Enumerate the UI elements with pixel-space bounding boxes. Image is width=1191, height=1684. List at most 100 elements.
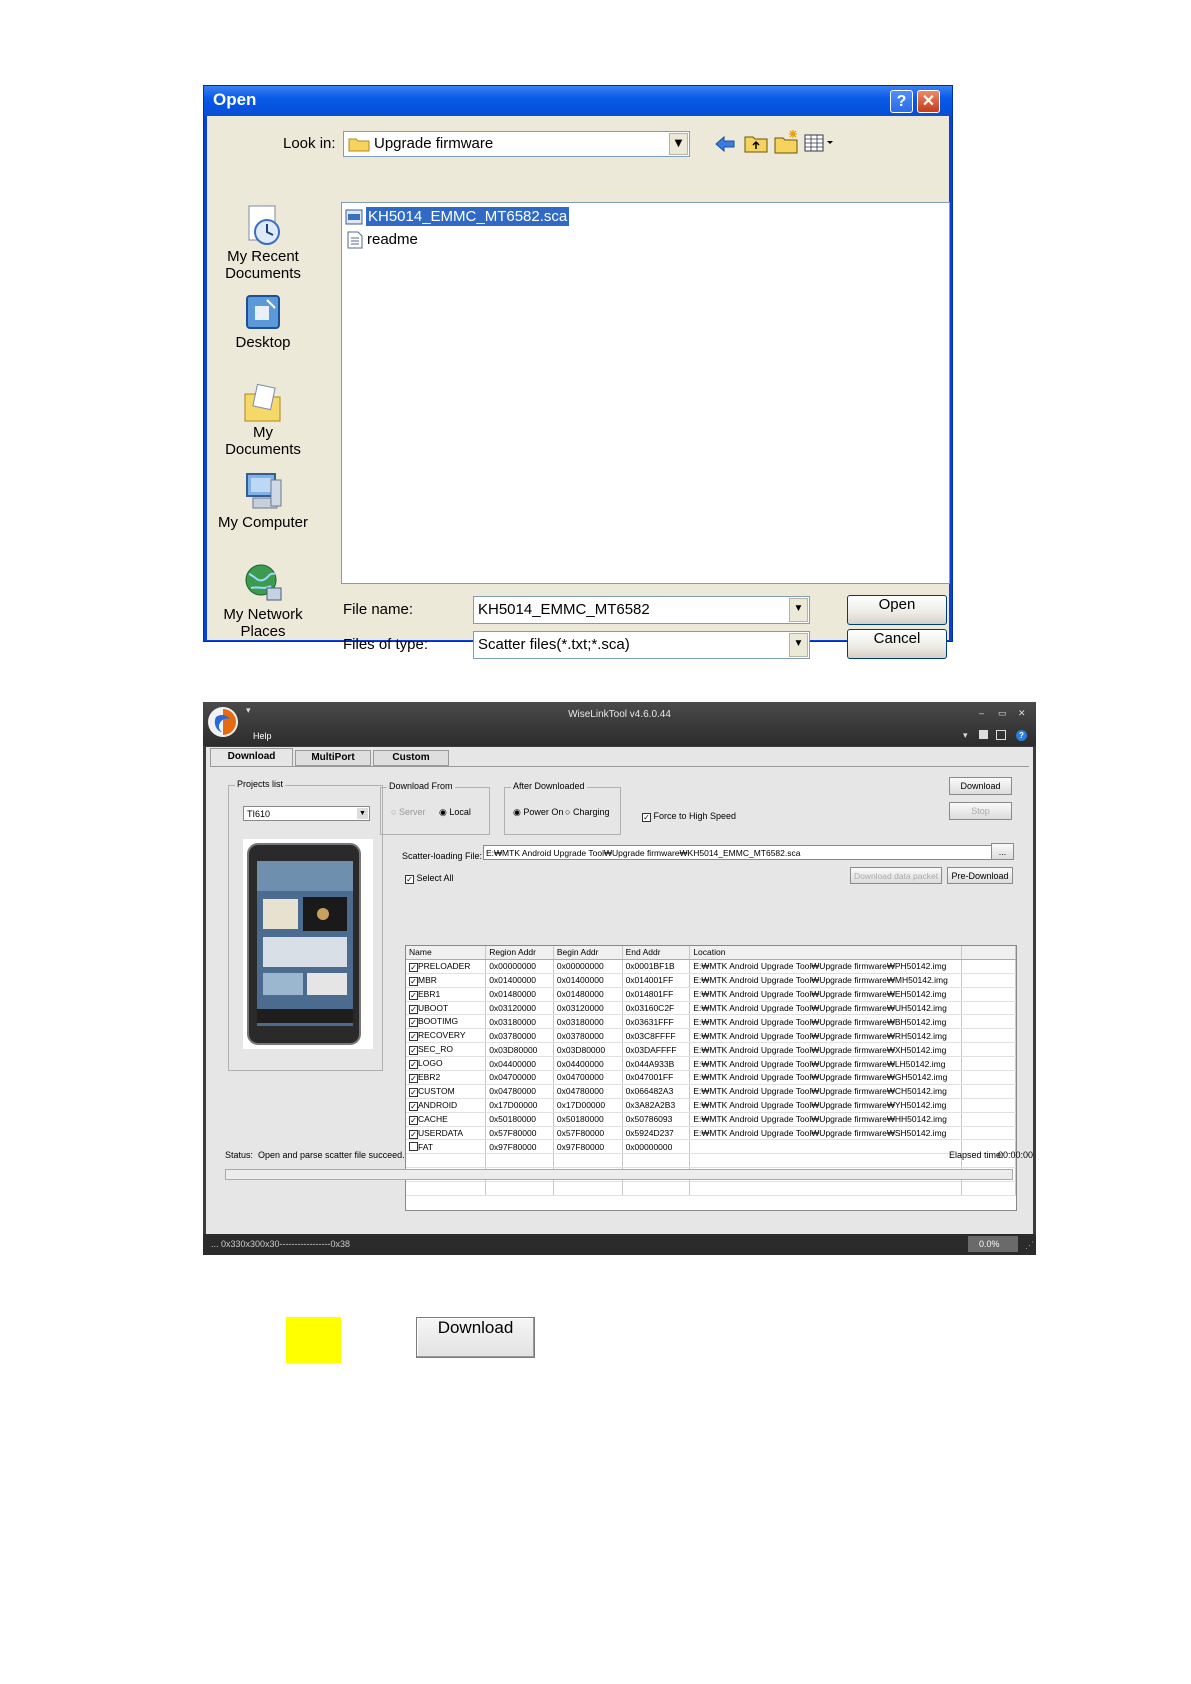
partition-name-cell[interactable]: ✓UBOOT: [406, 1001, 487, 1016]
partition-name-cell[interactable]: ✓EBR1: [406, 987, 487, 1002]
browse-button[interactable]: ...: [991, 843, 1014, 860]
begin-cell: 0x01400000: [553, 973, 623, 988]
table-row[interactable]: ✓EBR2 0x04700000 0x04700000 0x047001FF E:₩MT…: [406, 1070, 1016, 1085]
partition-name-cell[interactable]: ✓RECOVERY: [406, 1028, 487, 1044]
table-row[interactable]: ✓SEC_RO 0x03D80000 0x03D80000 0x03DAFFFF E:₩…: [406, 1042, 1016, 1058]
checkbox-unchecked-icon[interactable]: [409, 1141, 418, 1151]
checkbox-checked-icon[interactable]: ✓: [409, 1018, 418, 1028]
select-all-checkbox[interactable]: ✓ Select All: [405, 873, 454, 884]
look-in-combo[interactable]: Upgrade firmware ▼: [343, 131, 690, 157]
column-header[interactable]: End Addr: [622, 946, 691, 960]
chevron-down-icon[interactable]: ▼: [669, 133, 688, 155]
project-select[interactable]: TI610 ▼: [243, 806, 370, 821]
settings-icon[interactable]: [996, 730, 1006, 740]
partition-name-cell[interactable]: ✓CUSTOM: [406, 1084, 487, 1099]
maximize-icon[interactable]: ▭: [998, 708, 1007, 719]
download-button[interactable]: Download: [949, 777, 1012, 795]
checkbox-checked-icon[interactable]: ✓: [409, 1046, 418, 1056]
checkbox-checked-icon[interactable]: ✓: [409, 1115, 418, 1125]
stop-button[interactable]: Stop: [949, 802, 1012, 820]
close-button[interactable]: ✕: [917, 90, 940, 113]
table-row[interactable]: ✓CACHE 0x50180000 0x50180000 0x50786093 E:₩M…: [406, 1112, 1016, 1127]
blank-cell: [961, 987, 1016, 1002]
layout-icon[interactable]: [979, 730, 988, 739]
checkbox-checked-icon[interactable]: ✓: [409, 1129, 418, 1139]
minimize-icon[interactable]: –: [979, 708, 984, 718]
local-option-label: Local: [449, 807, 471, 817]
table-row[interactable]: ✓UBOOT 0x03120000 0x03120000 0x03160C2F E:₩M…: [406, 1001, 1016, 1016]
partition-name: USERDATA: [418, 1127, 464, 1138]
column-header[interactable]: Location: [689, 946, 963, 960]
partition-name-cell[interactable]: ✓CACHE: [406, 1112, 487, 1127]
partition-name-cell[interactable]: ✓EBR2: [406, 1070, 487, 1085]
column-header[interactable]: Name: [406, 946, 487, 960]
table-row[interactable]: ✓RECOVERY 0x03780000 0x03780000 0x03C8FFFF E…: [406, 1028, 1016, 1044]
table-row[interactable]: ✓MBR 0x01400000 0x01400000 0x014001FF E:₩MTK…: [406, 973, 1016, 988]
table-row[interactable]: FAT 0x97F80000 0x97F80000 0x00000000: [406, 1139, 1016, 1155]
local-radio[interactable]: ◉ Local: [439, 807, 471, 818]
place-desktop[interactable]: Desktop: [213, 292, 313, 351]
menu-help[interactable]: Help: [253, 731, 272, 741]
toolbar-arrow-icon[interactable]: ▾: [963, 730, 968, 741]
chevron-down-icon[interactable]: ▼: [789, 633, 808, 657]
new-folder-icon[interactable]: [774, 129, 800, 159]
column-header[interactable]: Region Addr: [485, 946, 554, 960]
tab-custom[interactable]: Custom: [373, 750, 449, 766]
pre-download-button[interactable]: Pre-Download: [947, 867, 1013, 884]
checkbox-checked-icon[interactable]: ✓: [409, 1087, 418, 1097]
checkbox-checked-icon[interactable]: ✓: [409, 1101, 418, 1111]
place-my-computer[interactable]: My Computer: [213, 470, 313, 531]
place-recent-documents[interactable]: My Recent Documents: [213, 202, 313, 282]
region-cell: 0x04400000: [485, 1056, 554, 1072]
table-row[interactable]: ✓BOOTIMG 0x03180000 0x03180000 0x03631FFF E:…: [406, 1014, 1016, 1030]
table-row[interactable]: ✓EBR1 0x01480000 0x01480000 0x014801FF E:₩MT…: [406, 987, 1016, 1002]
checkbox-checked-icon[interactable]: ✓: [409, 990, 418, 1000]
end-cell: 0x047001FF: [622, 1070, 691, 1085]
table-row[interactable]: ✓USERDATA 0x57F80000 0x57F80000 0x5924D237 E…: [406, 1126, 1016, 1141]
table-row[interactable]: ✓ANDROID 0x17D00000 0x17D00000 0x3A82A2B3 E:…: [406, 1098, 1016, 1113]
checkbox-checked-icon[interactable]: ✓: [409, 1004, 418, 1014]
open-button[interactable]: Open: [847, 595, 947, 625]
partition-name-cell[interactable]: FAT: [406, 1139, 487, 1155]
about-icon[interactable]: ?: [1016, 730, 1027, 741]
checkbox-checked-icon[interactable]: ✓: [409, 962, 418, 972]
partition-name-cell[interactable]: ✓PRELOADER: [406, 959, 487, 974]
partition-name-cell[interactable]: ✓ANDROID: [406, 1098, 487, 1113]
chevron-down-icon[interactable]: ▼: [789, 598, 808, 622]
table-row[interactable]: ✓PRELOADER 0x00000000 0x00000000 0x0001BF1B…: [406, 959, 1016, 974]
download-button-legend[interactable]: Download: [416, 1317, 535, 1358]
view-menu-icon[interactable]: [804, 133, 836, 157]
table-row[interactable]: ✓LOGO 0x04400000 0x04400000 0x044A933B E:₩MT…: [406, 1056, 1016, 1072]
file-type-select[interactable]: Scatter files(*.txt;*.sca) ▼: [473, 631, 810, 659]
partition-name-cell[interactable]: ✓USERDATA: [406, 1126, 487, 1141]
partition-name-cell[interactable]: ✓LOGO: [406, 1056, 487, 1072]
partition-name-cell[interactable]: ✓MBR: [406, 973, 487, 988]
cancel-button[interactable]: Cancel: [847, 629, 947, 659]
help-button[interactable]: ?: [890, 90, 913, 113]
close-icon[interactable]: ✕: [1018, 708, 1026, 719]
back-arrow-icon[interactable]: [714, 134, 736, 158]
chevron-down-icon[interactable]: ▼: [357, 808, 368, 819]
checkbox-checked-icon[interactable]: ✓: [409, 1073, 418, 1083]
scatter-path-input[interactable]: E:₩MTK Android Upgrade Tool₩Upgrade firm…: [483, 845, 1009, 860]
tab-multiport[interactable]: MultiPort: [295, 750, 371, 766]
partition-name-cell[interactable]: ✓SEC_RO: [406, 1042, 487, 1058]
resize-grip-icon[interactable]: ⋰: [1025, 1240, 1034, 1251]
file-name-input[interactable]: KH5014_EMMC_MT6582 ▼: [473, 596, 810, 624]
up-folder-icon[interactable]: [744, 132, 768, 158]
file-list[interactable]: KH5014_EMMC_MT6582.sca readme: [341, 202, 950, 584]
checkbox-checked-icon[interactable]: ✓: [409, 1032, 418, 1042]
place-my-documents[interactable]: My Documents: [213, 382, 313, 458]
partition-name-cell[interactable]: ✓BOOTIMG: [406, 1014, 487, 1030]
table-row[interactable]: ✓CUSTOM 0x04780000 0x04780000 0x066482A3 E:₩…: [406, 1084, 1016, 1099]
force-high-speed-checkbox[interactable]: ✓ Force to High Speed: [642, 811, 736, 822]
tab-download[interactable]: Download: [210, 748, 293, 766]
power-on-radio[interactable]: ◉ Power On: [513, 807, 563, 818]
download-data-packet-button[interactable]: Download data packet: [850, 867, 942, 884]
column-header[interactable]: Begin Addr: [553, 946, 623, 960]
checkbox-checked-icon[interactable]: ✓: [409, 976, 418, 986]
checkbox-checked-icon[interactable]: ✓: [409, 1060, 418, 1070]
table-row: [406, 1181, 1016, 1197]
place-my-network[interactable]: My Network Places: [213, 562, 313, 640]
charging-radio[interactable]: ○ Charging: [565, 807, 609, 817]
